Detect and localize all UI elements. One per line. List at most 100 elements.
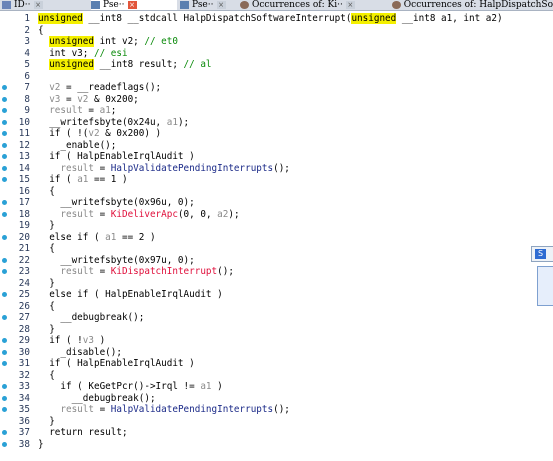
code-token: } (38, 323, 55, 335)
line-number: 23 (18, 266, 30, 277)
close-icon[interactable]: × (345, 1, 355, 9)
code-line[interactable]: 24 } (0, 278, 530, 289)
code-line[interactable]: 14 result = HalpValidatePendingInterrupt… (0, 163, 530, 174)
side-window-button[interactable]: S (531, 246, 553, 262)
line-number: 10 (18, 116, 30, 128)
code-line[interactable]: 33 if ( KeGetPcr()->Irql != a1 ) (0, 381, 530, 392)
breakpoint-dot-icon[interactable] (2, 165, 7, 171)
code-line[interactable]: 2{ (0, 25, 530, 36)
code-line[interactable]: 25 else if ( HalpEnableIrqlAudit ) (0, 289, 530, 300)
code-line[interactable]: 6 (0, 71, 530, 82)
code-line[interactable]: 13 if ( HalpEnableIrqlAudit ) (0, 151, 530, 162)
code-line[interactable]: 11 if ( !(v2 & 0x200) ) (0, 128, 530, 139)
code-token: if ( KeGetPcr()->Irql != (38, 381, 201, 392)
code-line[interactable]: 34 __debugbreak(); (0, 393, 530, 404)
breakpoint-dot-icon[interactable] (2, 96, 7, 102)
breakpoint-dot-icon[interactable] (2, 395, 7, 401)
code-token: result (49, 105, 83, 116)
breakpoint-dot-icon[interactable] (2, 292, 7, 297)
breakpoint-dot-icon[interactable] (2, 131, 7, 136)
code-line[interactable]: 22 __writefsbyte(0x97u, 0); (0, 255, 530, 266)
breakpoint-dot-icon[interactable] (2, 142, 7, 148)
pseudocode-view[interactable]: 1 unsigned __int8 __stdcall HalpDispatchS… (0, 13, 530, 461)
code-line[interactable]: 32 { (0, 370, 530, 381)
code-token: a1 (200, 381, 212, 392)
code-token: ; (110, 105, 117, 116)
code-line[interactable]: 28 } (0, 324, 530, 335)
code-line[interactable]: 7 v2 = __readeflags(); (0, 82, 530, 93)
code-text: result = HalpValidatePendingInterrupts()… (38, 404, 290, 415)
breakpoint-dot-icon[interactable] (2, 234, 7, 240)
code-line[interactable]: 17 __writefsbyte(0x96u, 0); (0, 197, 530, 208)
code-line[interactable]: 18 result = KiDeliverApc(0, 0, a2); (0, 209, 530, 220)
close-icon[interactable]: × (127, 1, 137, 9)
code-line[interactable]: 21 { (0, 243, 530, 254)
breakpoint-dot-icon[interactable] (2, 85, 7, 90)
breakpoint-dot-icon[interactable] (2, 177, 7, 182)
breakpoint-dot-icon[interactable] (2, 349, 7, 355)
code-token: = (93, 404, 111, 415)
code-text: __writefsbyte(0x97u, 0); (38, 255, 194, 266)
breakpoint-dot-icon[interactable] (2, 211, 7, 217)
breakpoint-dot-icon[interactable] (2, 315, 7, 320)
code-line[interactable]: 15 if ( a1 == 1 ) (0, 174, 530, 185)
breakpoint-dot-icon[interactable] (2, 384, 7, 389)
code-line[interactable]: 38} (0, 439, 530, 450)
tab-ida-view[interactable]: ID ·· × (2, 0, 88, 10)
code-line[interactable]: 29 if ( !v3 ) (0, 335, 530, 346)
code-line[interactable]: 4 int v3; // esi (0, 48, 530, 59)
code-line[interactable]: 19 } (0, 220, 530, 231)
line-number: 18 (18, 208, 30, 220)
code-line[interactable]: 5 unsigned __int8 result; // al (0, 59, 530, 70)
tab-occurrences-halp[interactable]: Occurrences of: HalpDispatchSo (392, 0, 553, 10)
code-line[interactable]: 31 if ( HalpEnableIrqlAudit ) (0, 358, 530, 369)
code-line[interactable]: 30 _disable(); (0, 347, 530, 358)
breakpoint-dot-icon[interactable] (2, 338, 7, 343)
code-line[interactable]: 35 result = HalpValidatePendingInterrupt… (0, 404, 530, 415)
code-line[interactable]: 10 __writefsbyte(0x24u, a1); (0, 117, 530, 128)
code-line[interactable]: 26 { (0, 301, 530, 312)
tab-pseudocode-active[interactable]: Pse ·· × (91, 0, 177, 10)
code-line[interactable]: 36 } (0, 416, 530, 427)
code-token: = __readeflags(); (60, 82, 162, 93)
line-number: 9 (24, 105, 30, 116)
code-text: { (38, 25, 44, 36)
code-line[interactable]: 16 { (0, 186, 530, 197)
line-number: 28 (18, 323, 30, 335)
breakpoint-dot-icon[interactable] (2, 119, 7, 125)
line-number: 13 (18, 151, 30, 162)
breakpoint-dot-icon[interactable] (2, 430, 7, 435)
tab-pseudocode[interactable]: Pse ·· × (180, 0, 236, 10)
code-text: _enable(); (38, 140, 116, 151)
tab-occurrences-ki[interactable]: Occurrences of: Ki ·· × (240, 0, 388, 10)
breakpoint-dot-icon[interactable] (2, 407, 7, 412)
breakpoint-dot-icon[interactable] (2, 200, 7, 205)
highlighted-keyword: unsigned (49, 36, 94, 47)
code-line[interactable]: 3 unsigned int v2; // et0 (0, 36, 530, 47)
code-line[interactable]: 20 else if ( a1 == 2 ) (0, 232, 530, 243)
code-text: v2 = __readeflags(); (38, 82, 161, 93)
close-icon[interactable]: × (33, 1, 43, 9)
code-line[interactable]: 1 unsigned __int8 __stdcall HalpDispatchS… (0, 13, 530, 24)
breakpoint-dot-icon[interactable] (2, 361, 7, 366)
close-icon[interactable]: × (216, 1, 226, 9)
code-token: } (38, 277, 55, 289)
code-line[interactable]: 37 return result; (0, 427, 530, 438)
breakpoint-dot-icon[interactable] (2, 441, 7, 447)
code-line[interactable]: 9 result = a1; (0, 105, 530, 116)
line-number: 37 (18, 427, 30, 438)
line-number: 38 (18, 438, 30, 450)
code-text: unsigned int v2; // et0 (38, 36, 178, 47)
breakpoint-dot-icon[interactable] (2, 154, 7, 159)
breakpoint-dot-icon[interactable] (2, 257, 7, 263)
code-line[interactable]: 8 v3 = v2 & 0x200; (0, 94, 530, 105)
code-line[interactable]: 23 result = KiDispatchInterrupt(); (0, 266, 530, 277)
breakpoint-dot-icon[interactable] (2, 108, 7, 113)
code-line[interactable]: 12 _enable(); (0, 140, 530, 151)
code-line[interactable]: 27 __debugbreak(); (0, 312, 530, 323)
tab-label: ID (14, 0, 25, 10)
breakpoint-dot-icon[interactable] (2, 269, 7, 274)
side-panel[interactable] (537, 266, 553, 306)
